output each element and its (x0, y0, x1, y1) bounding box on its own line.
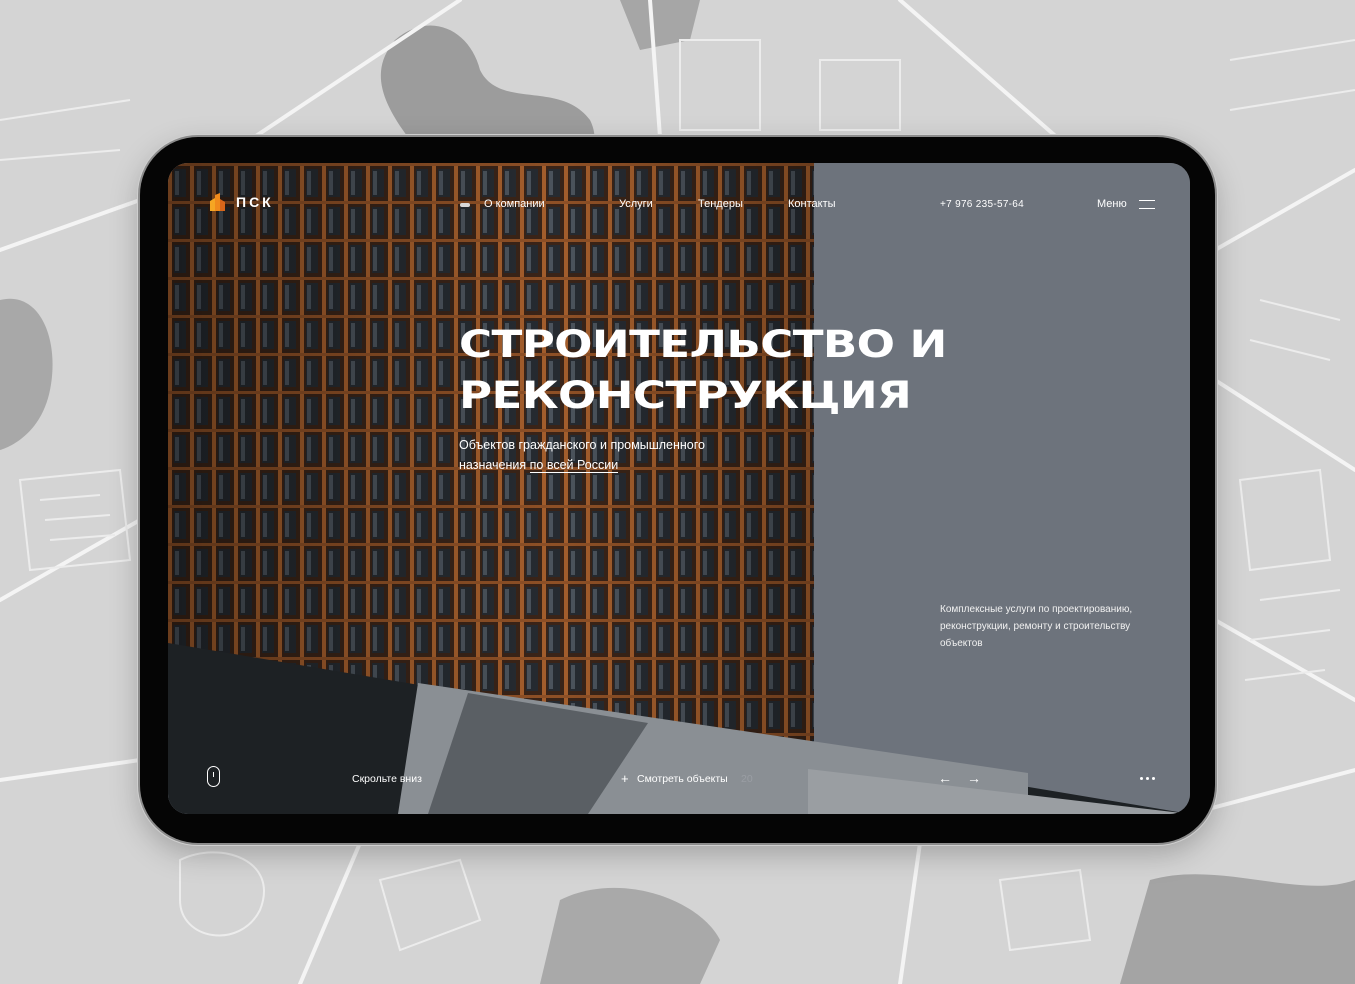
nav-indicator (460, 203, 470, 207)
website-screen: ПСК О компании Услуги Тендеры Контакты +… (168, 163, 1190, 814)
hero-title: Строительство и реконструкция (459, 319, 1142, 421)
all-russia-link[interactable]: по всей России (529, 458, 619, 473)
scroll-down-label[interactable]: Скрольте вниз (352, 773, 422, 785)
nav-item-tenders[interactable]: Тендеры (698, 198, 743, 210)
logo-icon (210, 193, 225, 211)
brand-logo[interactable]: ПСК (208, 193, 274, 211)
more-dots-icon[interactable] (1140, 777, 1155, 780)
hero-title-line1: Строительство и (459, 323, 947, 366)
nav-item-contacts[interactable]: Контакты (788, 198, 836, 210)
hero-title-line2: реконструкция (459, 374, 912, 417)
menu-button[interactable]: Меню (1097, 198, 1155, 210)
arrow-left-icon[interactable]: ← (938, 770, 952, 786)
phone-link[interactable]: +7 976 235-57-64 (940, 199, 1024, 210)
tablet-frame: ПСК О компании Услуги Тендеры Контакты +… (140, 137, 1215, 843)
hero-subtitle: Объектов гражданского и промышленного на… (459, 435, 759, 475)
objects-count: 20 (741, 773, 753, 785)
view-objects-button[interactable]: Смотреть объекты (637, 773, 728, 785)
hero-subtitle-line1: Объектов гражданского и промышленного (459, 438, 705, 452)
plus-icon[interactable]: + (621, 771, 629, 786)
brand-name: ПСК (236, 194, 274, 210)
hero-subtitle-prefix: назначения (459, 458, 530, 472)
nav-item-services[interactable]: Услуги (619, 198, 653, 210)
burger-menu-icon (1138, 199, 1155, 209)
arrow-right-icon[interactable]: → (967, 770, 981, 786)
nav-item-about[interactable]: О компании (484, 198, 545, 210)
hero-building-photo (168, 163, 1190, 814)
services-description: Комплексные услуги по проектированию, ре… (940, 604, 1133, 649)
menu-label: Меню (1097, 198, 1127, 210)
mouse-icon[interactable] (207, 766, 220, 787)
